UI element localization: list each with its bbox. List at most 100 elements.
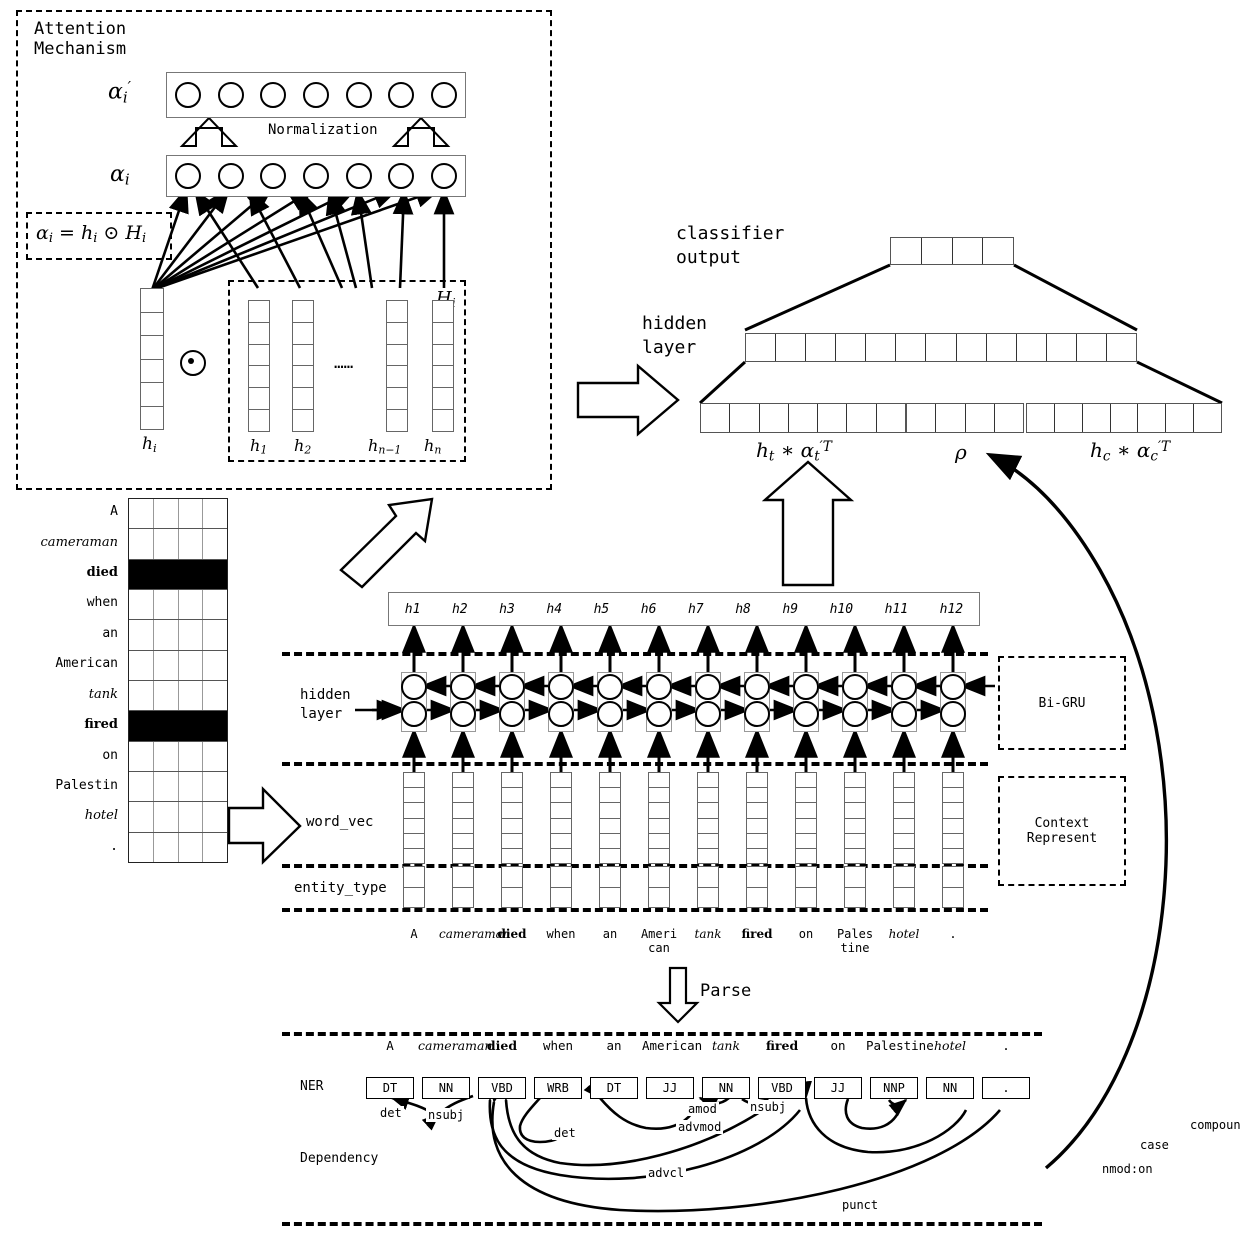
ner-tag-box: . [982, 1077, 1030, 1099]
matrix-cell [179, 802, 204, 832]
matrix-word-label: A [110, 504, 118, 520]
word-vec-cell [894, 788, 914, 804]
entity-type-cell [698, 867, 718, 888]
ner-tag-box: NNP [870, 1077, 918, 1099]
arrow-matrix-to-wordvec [227, 786, 302, 865]
h-i-vector [140, 288, 164, 430]
classifier-hidden-cells [745, 333, 1137, 362]
word-vec-cell [404, 849, 424, 863]
entity-type-cell [796, 888, 816, 908]
divider-parse-top [282, 1032, 1042, 1036]
matrix-cell [179, 711, 204, 741]
alpha-prime-node [302, 82, 329, 108]
word-vec-cell [845, 788, 865, 804]
word-vec-cell [404, 773, 424, 789]
word-vec-cell [894, 803, 914, 819]
alpha-node [260, 163, 287, 189]
matrix-cell [179, 620, 204, 650]
word-vec-column [599, 772, 621, 864]
word-vec-column [697, 772, 719, 864]
alpha-node [430, 163, 457, 189]
input-word-matrix [128, 498, 228, 863]
sentence-token: an [602, 927, 618, 941]
word-vec-label: word_vec [306, 814, 374, 830]
classifier-hidden-layer-label: hidden layer [642, 313, 708, 359]
dependency-arc-label: nmod:on [1100, 1162, 1155, 1176]
ner-tag-box: WRB [534, 1077, 582, 1099]
matrix-cell [154, 559, 179, 589]
bigru-h-output-cell: h5 [593, 601, 610, 617]
input-sentence-wrapped: Acameraman died when an Ameri can tank fired on… [398, 927, 998, 974]
gru-unit-forward [646, 701, 672, 727]
matrix-cell [179, 832, 204, 862]
word-vec-cell [600, 834, 620, 849]
matrix-cell [179, 559, 204, 589]
divider-wordvec-entitytype [282, 864, 988, 868]
sentence-token: died [497, 927, 527, 941]
matrix-word-label: an [102, 625, 118, 641]
entity-type-cell [894, 888, 914, 908]
gru-unit-backward [744, 674, 770, 700]
dependency-arc-label: advmod [676, 1120, 724, 1134]
entity-type-column [599, 866, 621, 908]
matrix-cell [129, 741, 154, 771]
dependency-arc-label: det [378, 1106, 404, 1120]
entity-type-cell [747, 867, 767, 888]
bigru-h-output-cell: h1 [404, 601, 421, 617]
entity-type-cell [845, 867, 865, 888]
word-vec-cell [894, 849, 914, 863]
matrix-cell [179, 650, 204, 680]
word-vec-cell [845, 803, 865, 819]
gru-unit-backward [891, 674, 917, 700]
parse-sentence-token: hotel [934, 1038, 966, 1053]
word-vec-cell [845, 834, 865, 849]
alpha-node [302, 163, 329, 189]
parse-sentence-token: an [606, 1038, 622, 1053]
entity-type-column [893, 866, 915, 908]
gru-unit-backward [646, 674, 672, 700]
h-1-label: h1 [250, 436, 268, 457]
h-n-minus-1-label: hn−1 [368, 436, 402, 457]
entity-type-cell [943, 888, 963, 908]
entity-type-column [795, 866, 817, 908]
matrix-cell [154, 499, 179, 529]
entity-type-column [550, 866, 572, 908]
divider-hidden-wordvec [282, 762, 988, 766]
word-vec-cell [943, 849, 963, 863]
matrix-cell [154, 802, 179, 832]
matrix-row [129, 711, 227, 742]
matrix-word-label: tank [88, 686, 118, 702]
h-2-vector [292, 300, 314, 432]
word-vec-column [893, 772, 915, 864]
matrix-cell [129, 620, 154, 650]
matrix-cell [154, 589, 179, 620]
matrix-cell [129, 499, 154, 529]
word-vec-cell [943, 803, 963, 819]
word-vec-cell [453, 819, 473, 834]
h-2-label: h2 [294, 436, 312, 457]
word-vec-cell [943, 773, 963, 789]
word-vec-cell [502, 788, 522, 804]
gru-unit-forward [695, 701, 721, 727]
parse-sentence-token: when [542, 1038, 574, 1053]
classifier-output-cells [890, 237, 1014, 265]
entity-type-cell [404, 867, 424, 888]
word-vec-cell [845, 819, 865, 834]
bigru-h-output-strip: h1 h2 h3 h4 h5 h6 h7 h8 h9 h10 h11 h12 [388, 592, 980, 626]
word-vec-cell [698, 819, 718, 834]
parse-sentence-token: on [830, 1038, 846, 1053]
matrix-word-label: American [55, 656, 118, 672]
matrix-row [129, 741, 227, 772]
word-vec-cell [747, 788, 767, 804]
word-vec-cell [404, 834, 424, 849]
h-n-minus-1-vector [386, 300, 408, 432]
sentence-token: hotel [888, 927, 920, 941]
matrix-cell [129, 680, 154, 711]
ner-tag-box: JJ [814, 1077, 862, 1099]
dependency-arc-label: case [1138, 1138, 1171, 1152]
gru-unit-forward [744, 701, 770, 727]
word-vec-cell [698, 849, 718, 863]
entity-type-cell [747, 888, 767, 908]
entity-type-cell [600, 867, 620, 888]
word-vec-cell [502, 849, 522, 863]
